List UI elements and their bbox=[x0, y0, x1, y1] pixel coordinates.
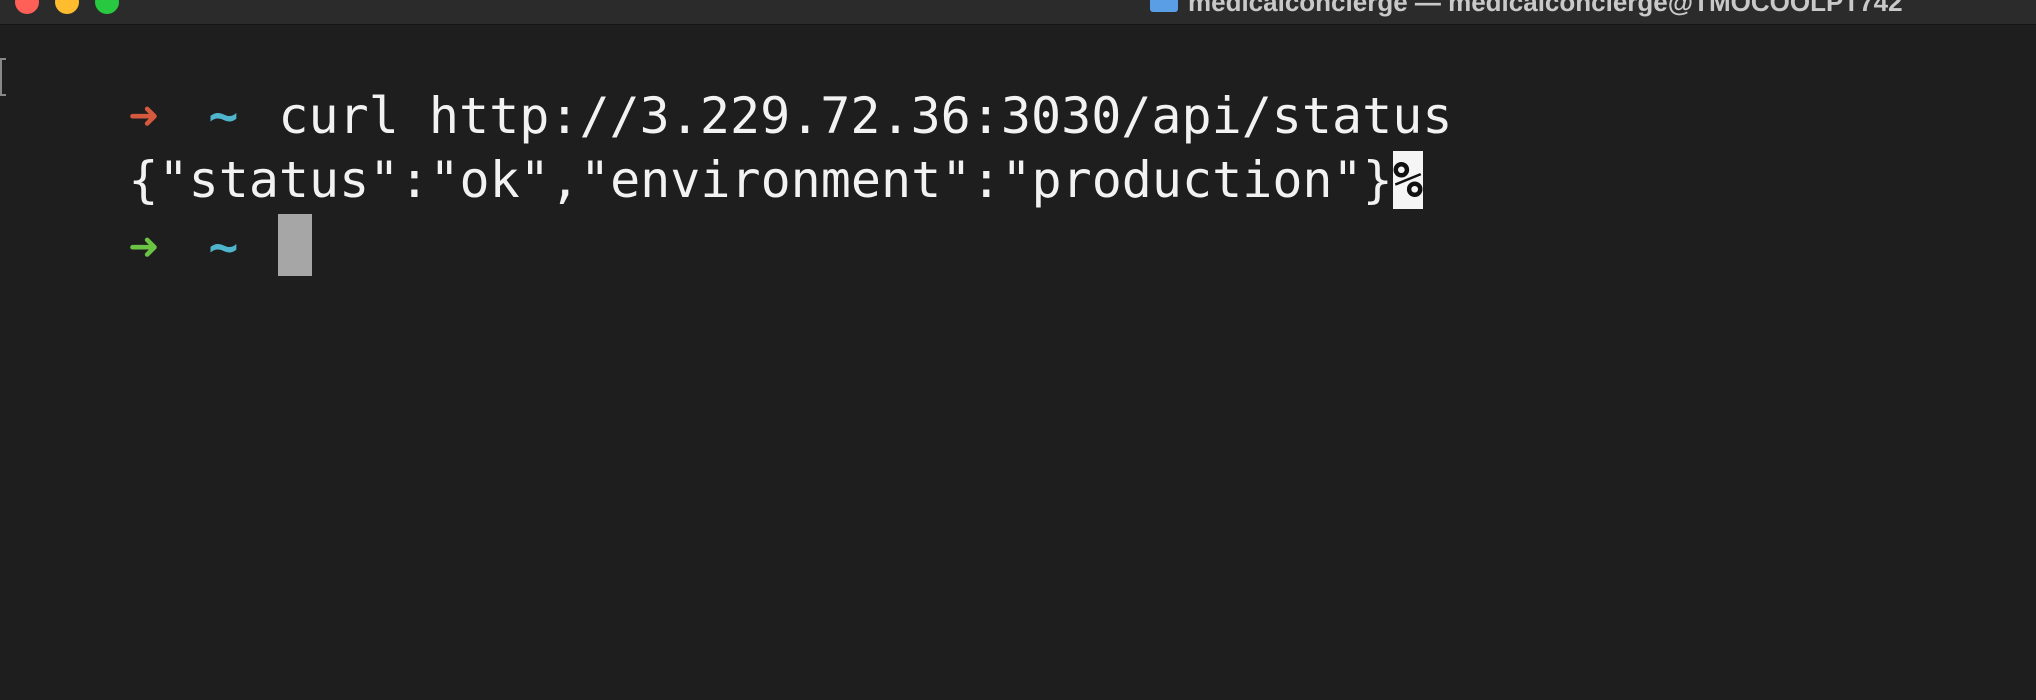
terminal-line-prompt[interactable]: ➜ ~ bbox=[8, 154, 313, 276]
text-cursor[interactable] bbox=[278, 214, 313, 276]
terminal-line-command: ➜ ~ curl http://3.229.72.36:3030/api/statu… bbox=[8, 26, 1452, 145]
terminal-line-output: {"status":"ok","environment":"production… bbox=[8, 90, 1423, 209]
window-title: medicalconcierge — medicalconcierge@TMOC… bbox=[1150, 0, 1903, 17]
prompt-cwd: ~ bbox=[208, 218, 239, 276]
window-titlebar: medicalconcierge — medicalconcierge@TMOC… bbox=[0, 0, 2036, 25]
prompt-arrow-icon: ➜ bbox=[128, 218, 159, 276]
mark-bracket bbox=[0, 58, 6, 96]
no-newline-marker: % bbox=[1392, 151, 1423, 209]
terminal-pane[interactable]: ➜ ~ curl http://3.229.72.36:3030/api/statu… bbox=[0, 24, 2036, 700]
folder-icon bbox=[1150, 0, 1178, 12]
output-text: {"status":"ok","environment":"production… bbox=[128, 151, 1393, 209]
close-window-button[interactable] bbox=[15, 0, 39, 14]
window-title-text: medicalconcierge — medicalconcierge@TMOC… bbox=[1188, 0, 1903, 17]
minimize-window-button[interactable] bbox=[55, 0, 79, 14]
zoom-window-button[interactable] bbox=[95, 0, 119, 14]
